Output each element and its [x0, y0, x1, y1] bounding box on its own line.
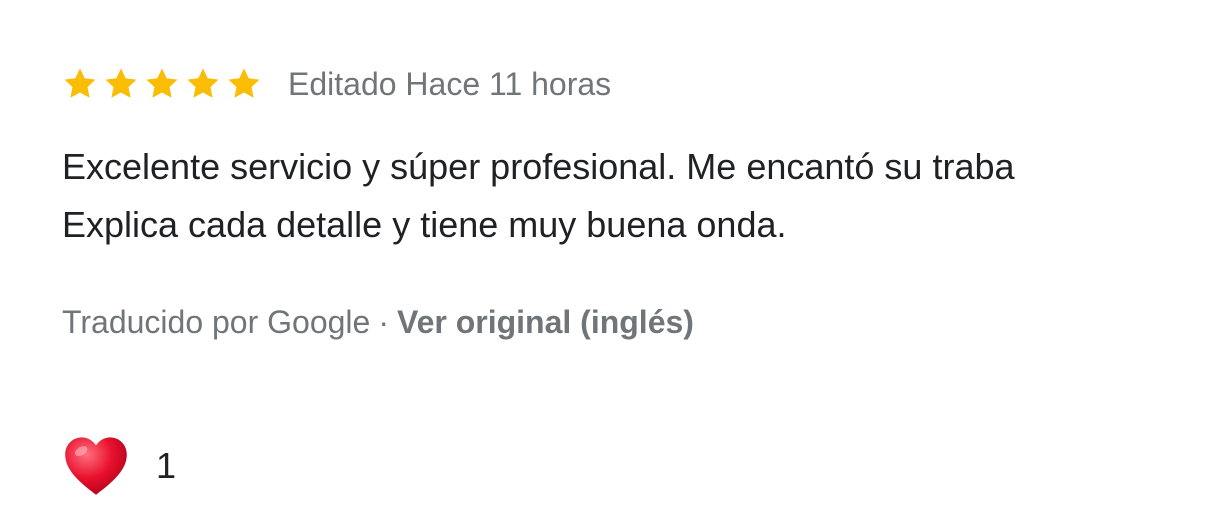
separator-dot: · — [378, 304, 389, 340]
review-text-line: Explica cada detalle y tiene muy buena o… — [62, 204, 787, 245]
star-icon — [228, 68, 260, 98]
edited-timestamp: Editado Hace 11 horas — [288, 66, 612, 102]
review-text: Excelente servicio y súper profesional. … — [62, 138, 1207, 254]
translated-by-label: Traducido por Google — [62, 304, 371, 340]
star-icon — [187, 68, 219, 98]
star-rating — [62, 66, 262, 102]
heart-icon[interactable] — [62, 433, 130, 499]
star-icon — [105, 68, 137, 98]
review-card: Editado Hace 11 horas Excelente servicio… — [62, 0, 1207, 518]
reaction-row[interactable]: 1 — [62, 432, 176, 500]
star-icon — [146, 68, 178, 98]
translation-note: Traducido por Google · Ver original (inglé… — [62, 300, 694, 344]
review-text-line: Excelente servicio y súper profesional. … — [62, 146, 1015, 187]
reaction-count: 1 — [156, 445, 177, 486]
rating-row: Editado Hace 11 horas — [62, 62, 611, 106]
view-original-link[interactable]: Ver original (inglés) — [397, 304, 694, 340]
star-icon — [64, 68, 96, 98]
